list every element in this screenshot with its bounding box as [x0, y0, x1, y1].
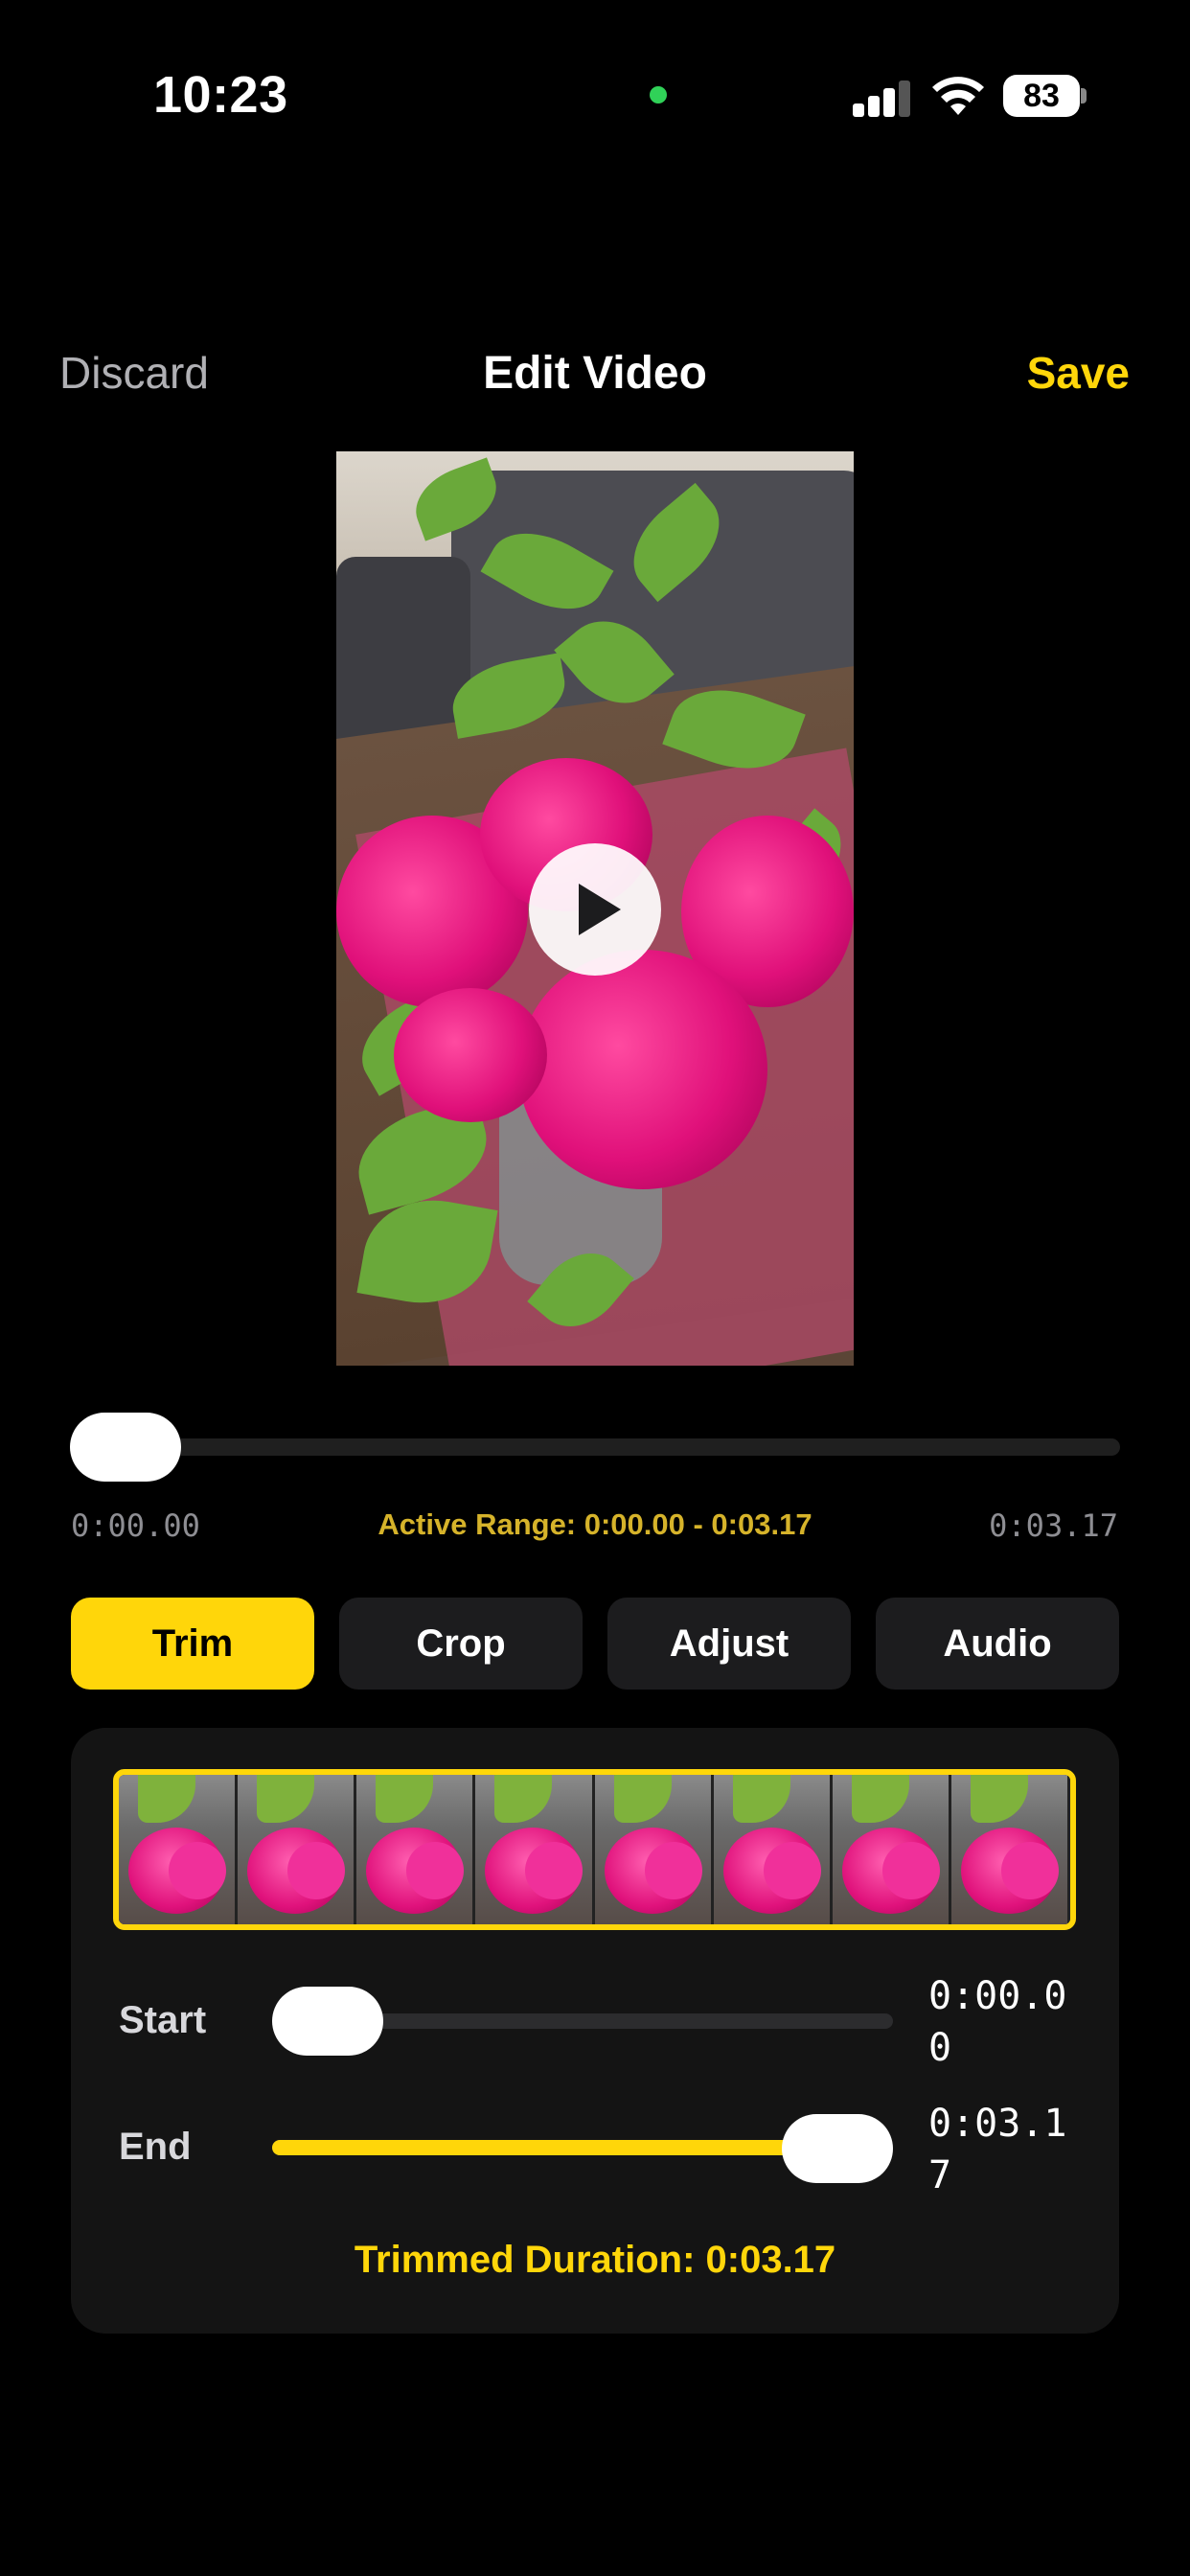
filmstrip-frame: [356, 1775, 476, 1924]
peony-flower: [394, 988, 547, 1122]
play-button[interactable]: [529, 843, 661, 976]
trimmed-duration-label: Trimmed Duration: 0:03.17: [354, 2239, 836, 2281]
end-slider-fill: [272, 2140, 837, 2155]
play-icon: [579, 884, 621, 935]
start-slider-handle[interactable]: [272, 1987, 383, 2056]
start-time-value: 0:00.00: [928, 1974, 1067, 2070]
total-duration-label: 0:03.17: [989, 1507, 1118, 1544]
filmstrip-frame: [950, 1775, 1070, 1924]
filmstrip-frame: [713, 1775, 833, 1924]
tab-audio[interactable]: Audio: [876, 1598, 1119, 1690]
playback-scrubber-handle[interactable]: [70, 1413, 181, 1482]
tab-trim[interactable]: Trim: [71, 1598, 314, 1690]
tab-crop[interactable]: Crop: [339, 1598, 583, 1690]
tab-adjust[interactable]: Adjust: [607, 1598, 851, 1690]
end-slider-handle[interactable]: [782, 2114, 893, 2183]
battery-icon: 83: [1003, 75, 1080, 117]
cellular-signal-icon: [853, 80, 912, 117]
filmstrip-frame: [832, 1775, 951, 1924]
battery-tip: [1081, 88, 1087, 104]
filmstrip-frame: [594, 1775, 714, 1924]
end-label: End: [119, 2126, 192, 2168]
playback-scrubber-track[interactable]: [71, 1438, 1120, 1456]
start-label: Start: [119, 1999, 207, 2041]
save-button[interactable]: Save: [1027, 347, 1130, 399]
filmstrip-frame: [475, 1775, 595, 1924]
peony-flower: [518, 950, 767, 1189]
status-time: 10:23: [153, 66, 288, 124]
camera-in-use-indicator: [650, 86, 667, 104]
end-time-value: 0:03.17: [928, 2102, 1067, 2197]
filmstrip[interactable]: [113, 1769, 1076, 1930]
filmstrip-frame: [238, 1775, 357, 1924]
filmstrip-frame: [119, 1775, 239, 1924]
page-title: Edit Video: [483, 348, 707, 399]
wifi-icon: [932, 77, 984, 115]
